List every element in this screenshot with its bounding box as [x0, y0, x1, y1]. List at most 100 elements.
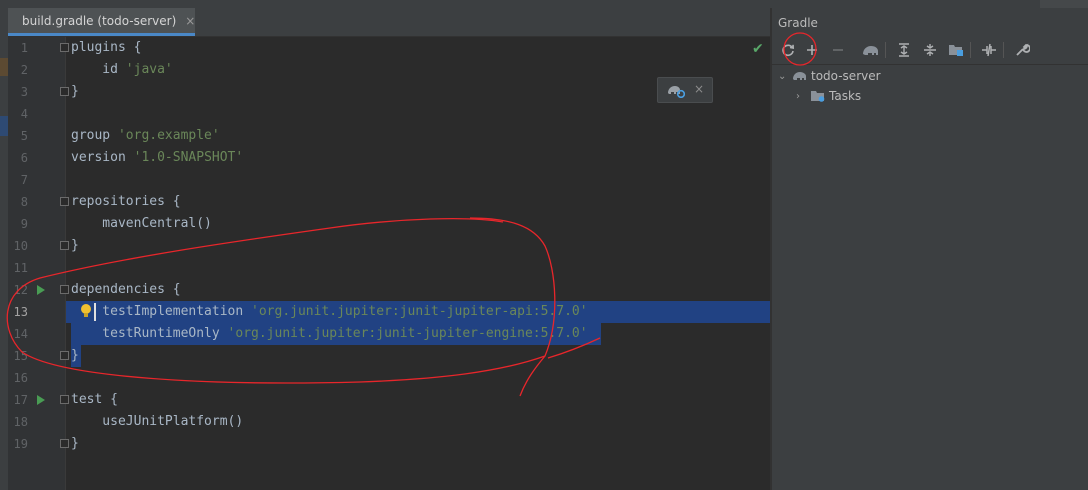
string-token: 'org.junit.jupiter:junit-jupiter-engine:… [227, 326, 588, 341]
tree-node-tasks[interactable]: › Tasks [796, 86, 861, 106]
line-number: 14 [13, 327, 28, 341]
string-token: 'org.example' [117, 128, 220, 143]
toolbar-separator [970, 42, 971, 58]
settings-wrench-icon[interactable] [1012, 40, 1032, 60]
tree-node-label: todo-server [811, 69, 881, 83]
code-line[interactable]: group 'org.example' [71, 125, 220, 147]
fold-marker-icon[interactable] [60, 241, 69, 250]
code-line[interactable]: mavenCentral() [71, 213, 212, 235]
line-number: 6 [20, 151, 28, 165]
toolbar-separator [885, 42, 886, 58]
intention-bulb-icon[interactable] [80, 303, 92, 319]
tree-node-project[interactable]: ⌄ todo-server [778, 66, 881, 86]
line-number: 3 [20, 85, 28, 99]
tree-node-label: Tasks [829, 89, 862, 103]
elephant-icon[interactable] [861, 40, 881, 60]
code-line[interactable]: useJUnitPlatform() [71, 411, 243, 433]
string-token: 'org.junit.jupiter:junit-jupiter-api:5.7… [251, 304, 588, 319]
run-gutter-icon[interactable] [37, 285, 45, 295]
tool-window-marker[interactable] [0, 58, 8, 76]
line-number: 8 [20, 195, 28, 209]
line-number: 17 [13, 393, 28, 407]
toolbar-separator [1003, 42, 1004, 58]
gradle-elephant-icon [793, 72, 806, 80]
line-number: 7 [20, 173, 28, 187]
line-number: 12 [13, 283, 28, 297]
code-token: group [71, 128, 118, 143]
fold-marker-icon[interactable] [60, 285, 69, 294]
line-number: 1 [20, 41, 28, 55]
line-number: 13 [13, 305, 28, 319]
line-number: 10 [13, 239, 28, 253]
chevron-right-icon[interactable]: › [796, 91, 810, 102]
fold-marker-icon[interactable] [60, 43, 69, 52]
chevron-down-icon[interactable]: ⌄ [778, 71, 792, 82]
code-token: id [71, 62, 126, 77]
code-line[interactable]: } [71, 235, 79, 257]
code-line[interactable]: id 'java' [71, 59, 173, 81]
close-icon[interactable]: × [185, 14, 195, 28]
code-line[interactable]: } [71, 81, 79, 103]
code-token: test { [71, 392, 118, 407]
code-token: repositories { [71, 194, 181, 209]
code-editor[interactable]: ✔ × 1 plugins { 2 id 'java' 3} 4 5 group 'org.… [8, 37, 770, 490]
run-gutter-icon[interactable] [37, 395, 45, 405]
line-number: 16 [13, 371, 28, 385]
text-caret [94, 303, 96, 321]
line-number: 5 [20, 129, 28, 143]
code-token: } [71, 436, 79, 451]
ide-window: build.gradle (todo-server) × ✔ × 1 plugin… [0, 0, 1088, 490]
fold-marker-icon[interactable] [60, 87, 69, 96]
code-line[interactable]: testRuntimeOnly 'org.junit.jupiter:junit… [71, 323, 588, 345]
title-bar [0, 0, 1088, 8]
close-icon[interactable]: × [694, 82, 704, 96]
code-line[interactable]: version '1.0-SNAPSHOT' [71, 147, 243, 169]
code-token: } [71, 348, 79, 363]
line-number: 4 [20, 107, 28, 121]
fold-marker-icon[interactable] [60, 351, 69, 360]
line-number: 19 [13, 437, 28, 451]
line-number: 18 [13, 415, 28, 429]
line-number: 9 [20, 217, 28, 231]
expand-all-icon[interactable] [894, 40, 914, 60]
dependencies-icon[interactable] [946, 40, 966, 60]
code-line[interactable]: test { [71, 389, 118, 411]
tab-build-gradle[interactable]: build.gradle (todo-server) × [8, 8, 195, 36]
toggle-offline-icon[interactable] [979, 40, 999, 60]
tasks-folder-icon [811, 91, 825, 102]
collapse-all-icon[interactable] [920, 40, 940, 60]
code-token: testImplementation [71, 304, 252, 319]
remove-icon[interactable] [828, 40, 848, 60]
left-tool-strip [0, 0, 8, 490]
string-token: 'java' [125, 62, 173, 77]
code-token: version [71, 150, 134, 165]
add-icon[interactable] [802, 40, 822, 60]
fold-marker-icon[interactable] [60, 439, 69, 448]
code-line[interactable]: dependencies { [71, 279, 181, 301]
code-line[interactable]: } [71, 345, 79, 367]
load-gradle-changes-popup: × [657, 77, 713, 103]
gradle-toolbar [772, 36, 1088, 65]
code-line[interactable]: plugins { [71, 37, 141, 59]
code-token: useJUnitPlatform() [71, 414, 244, 429]
gradle-reload-icon[interactable] [667, 83, 685, 98]
line-number: 2 [20, 63, 28, 77]
fold-marker-icon[interactable] [60, 395, 69, 404]
fold-marker-icon[interactable] [60, 197, 69, 206]
code-token: mavenCentral() [71, 216, 212, 231]
tab-label: build.gradle (todo-server) [22, 13, 177, 28]
refresh-icon[interactable] [778, 40, 798, 60]
code-line[interactable]: repositories { [71, 191, 181, 213]
tool-window-marker[interactable] [0, 116, 8, 136]
code-token: plugins { [71, 40, 142, 55]
code-line[interactable]: } [71, 433, 79, 455]
line-number: 15 [13, 349, 28, 363]
gutter-separator [65, 37, 66, 490]
window-control[interactable] [1040, 0, 1088, 8]
gradle-tool-window: Gradle ⌄ todo-server › Tasks [772, 8, 1088, 490]
code-line[interactable]: testImplementation 'org.junit.jupiter:ju… [71, 301, 588, 323]
no-problems-check-icon[interactable]: ✔ [752, 41, 764, 57]
editor-tab-bar: build.gradle (todo-server) × [8, 8, 770, 37]
line-number: 11 [13, 261, 28, 275]
code-token: } [71, 84, 79, 99]
